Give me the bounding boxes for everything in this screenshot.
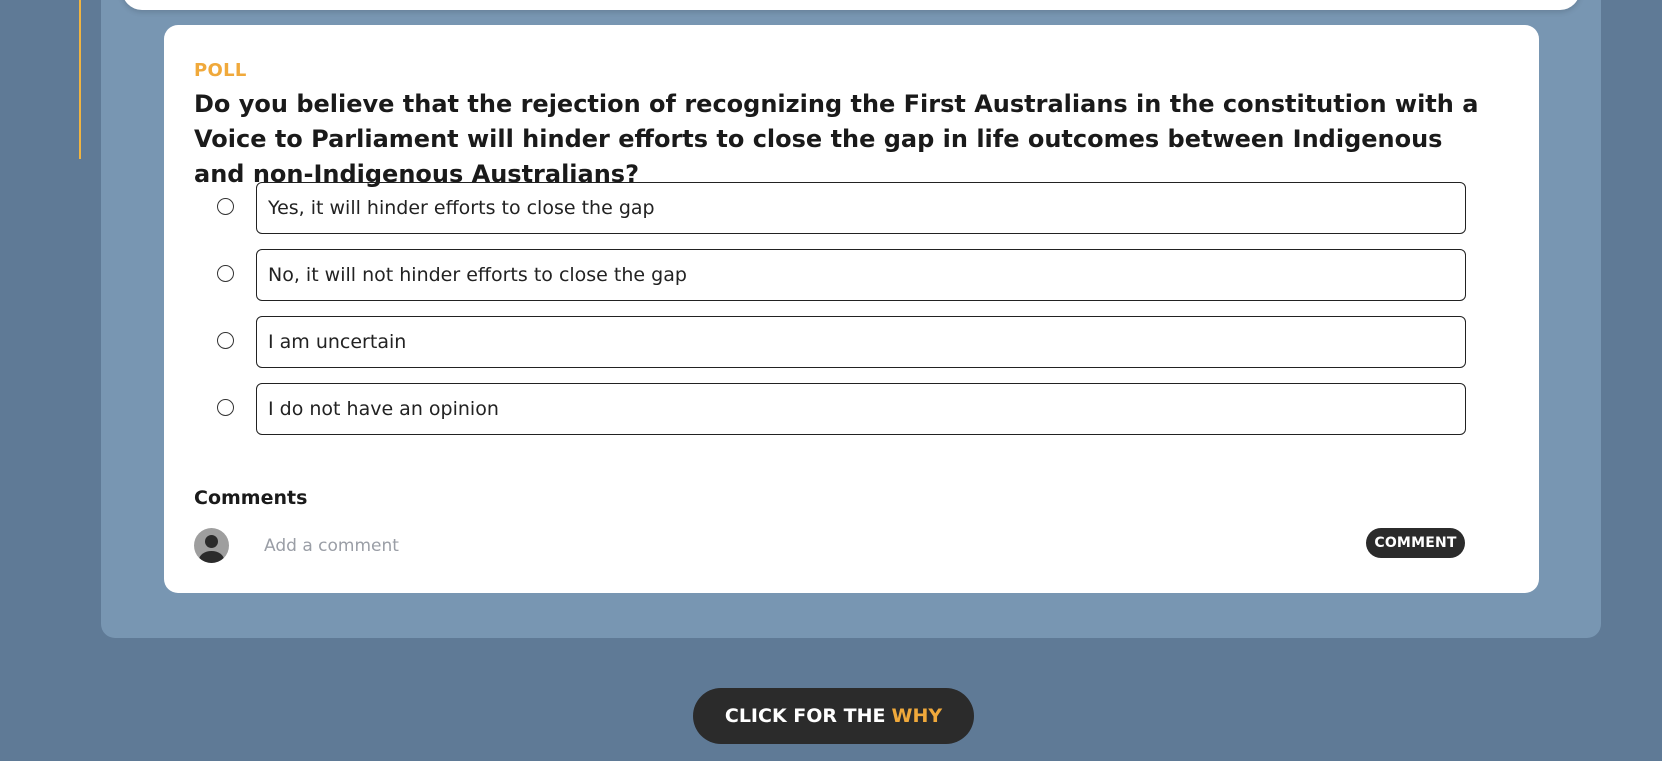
radio-button[interactable] xyxy=(217,265,234,282)
poll-option[interactable]: I am uncertain xyxy=(217,316,1467,368)
comments-title: Comments xyxy=(194,487,308,509)
comment-input[interactable] xyxy=(264,533,1264,559)
page: POLL Do you believe that the rejection o… xyxy=(0,0,1662,761)
radio-button[interactable] xyxy=(217,399,234,416)
poll-option[interactable]: I do not have an opinion xyxy=(217,383,1467,435)
poll-option[interactable]: No, it will not hinder efforts to close … xyxy=(217,249,1467,301)
poll-option-label[interactable]: I am uncertain xyxy=(256,316,1466,368)
poll-tag: POLL xyxy=(194,60,247,81)
previous-card xyxy=(122,0,1580,10)
poll-option-label[interactable]: I do not have an opinion xyxy=(256,383,1466,435)
why-button-accent: WHY xyxy=(891,705,943,727)
click-for-the-why-button[interactable]: CLICK FOR THE WHY xyxy=(693,688,974,744)
poll-option-label[interactable]: No, it will not hinder efforts to close … xyxy=(256,249,1466,301)
radio-button[interactable] xyxy=(217,198,234,215)
poll-question: Do you believe that the rejection of rec… xyxy=(194,90,1479,188)
poll-option-label[interactable]: Yes, it will hinder efforts to close the… xyxy=(256,182,1466,234)
radio-button[interactable] xyxy=(217,332,234,349)
accent-divider xyxy=(79,0,81,159)
user-avatar-icon xyxy=(194,528,229,563)
poll-option[interactable]: Yes, it will hinder efforts to close the… xyxy=(217,182,1467,234)
comment-button[interactable]: COMMENT xyxy=(1366,528,1465,558)
poll-card: POLL Do you believe that the rejection o… xyxy=(164,25,1539,593)
why-button-prefix: CLICK FOR THE xyxy=(724,705,886,727)
avatar-head xyxy=(205,535,218,548)
avatar-body xyxy=(199,551,224,563)
